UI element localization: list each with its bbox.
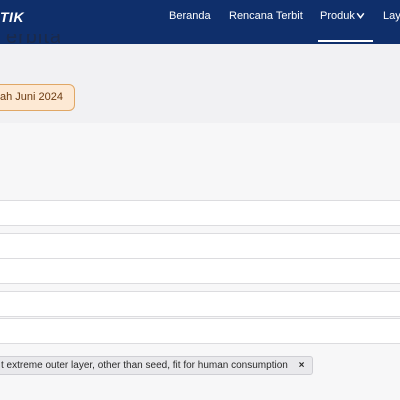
filter-field-row[interactable]: [0, 318, 400, 344]
nav-link-rencana-terbit[interactable]: Rencana Terbit: [229, 10, 303, 22]
selected-tag-chip: t extreme outer layer, other than seed, …: [0, 356, 314, 375]
nav-link-produk[interactable]: Produk: [318, 10, 373, 42]
selected-tags-row: t extreme outer layer, other than seed, …: [0, 354, 400, 378]
filter-field-row[interactable]: [0, 200, 400, 226]
brand-logo-text[interactable]: TIK: [0, 9, 24, 25]
filter-field-row[interactable]: [0, 233, 400, 259]
nav-link-beranda[interactable]: Beranda: [169, 10, 211, 22]
selected-tag-label: t extreme outer layer, other than seed, …: [1, 360, 288, 371]
top-navbar: TIK Beranda Rencana Terbit Produk Lay: [0, 0, 400, 44]
date-badge: ah Juni 2024: [0, 84, 75, 111]
close-icon[interactable]: ×: [299, 357, 305, 374]
page-title: erbitan: [0, 34, 60, 48]
page-title-text: erbitan: [6, 34, 60, 48]
filter-field-row[interactable]: [0, 291, 400, 317]
nav-link-layanan[interactable]: Lay: [383, 10, 400, 22]
chevron-down-icon[interactable]: [355, 10, 366, 21]
filter-field-row[interactable]: [0, 258, 400, 284]
